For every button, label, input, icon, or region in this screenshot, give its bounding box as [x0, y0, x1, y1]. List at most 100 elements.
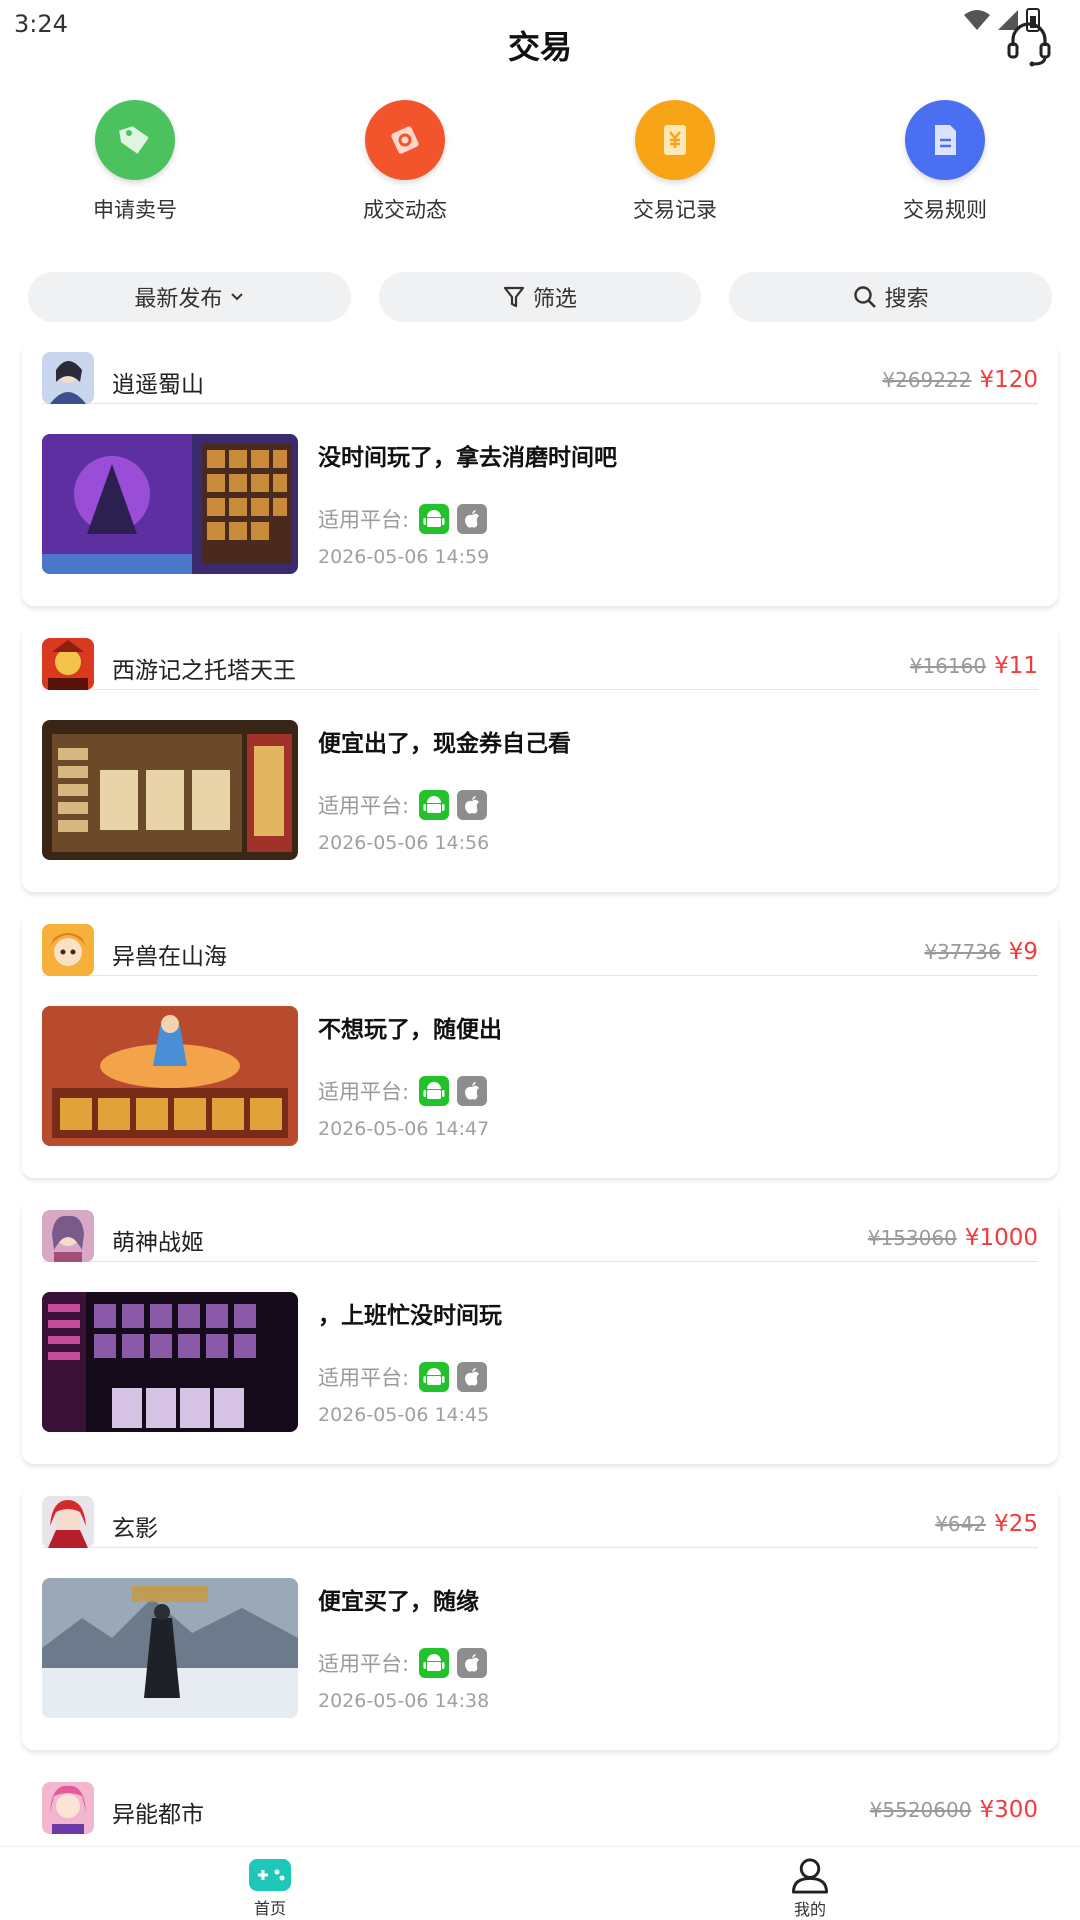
sale-price: ¥25 [994, 1511, 1038, 1537]
post-time: 2026-05-06 14:45 [318, 1404, 490, 1426]
apple-icon [457, 790, 488, 820]
bottom-nav: 首页 我的 [0, 1846, 1080, 1920]
original-price: ¥153060 [867, 1226, 957, 1250]
deal-updates-button[interactable]: 成交动态 [270, 100, 540, 230]
trade-rules-button[interactable]: 交易规则 [810, 100, 1080, 230]
sale-price: ¥9 [1008, 939, 1038, 965]
tag-icon [95, 100, 175, 180]
price-box: ¥642 ¥25 [935, 1511, 1038, 1537]
rules-doc-icon [905, 100, 985, 180]
listing-title: 没时间玩了，拿去消磨时间吧 [318, 445, 617, 471]
quick-actions: 申请卖号 成交动态 交易记录 交易规则 [0, 100, 1080, 230]
nav-mine[interactable]: 我的 [540, 1847, 1080, 1920]
game-name: 西游记之托塔天王 [112, 658, 296, 684]
filter-label: 筛选 [533, 287, 578, 312]
game-avatar [42, 1782, 94, 1834]
card-header: 逍遥蜀山 ¥269222 ¥120 [42, 352, 1038, 404]
post-time: 2026-05-06 14:47 [318, 1118, 490, 1140]
platform-row: 适用平台: [318, 790, 488, 820]
platform-row: 适用平台: [318, 504, 488, 534]
price-box: ¥153060 ¥1000 [868, 1225, 1038, 1251]
listing-card[interactable]: 逍遥蜀山 ¥269222 ¥120 没时间玩了，拿去消磨时间吧 适用平台: 20… [22, 340, 1058, 606]
apple-icon [457, 1648, 488, 1678]
apply-sell-account-button[interactable]: 申请卖号 [0, 100, 270, 230]
post-time: 2026-05-06 14:59 [318, 546, 490, 568]
card-body: 不想玩了，随便出 适用平台: 2026-05-06 14:47 [42, 1006, 1038, 1146]
game-avatar [42, 352, 94, 404]
android-icon [419, 1076, 450, 1106]
price-box: ¥37736 ¥9 [924, 939, 1038, 965]
original-price: ¥269222 [882, 368, 972, 392]
chevron-down-icon [231, 293, 244, 301]
sort-label: 最新发布 [134, 287, 223, 312]
filter-bar: 最新发布 筛选 搜索 [28, 272, 1053, 322]
listing-card[interactable]: 萌神战姬 ¥153060 ¥1000 ，上班忙没时间玩 适用平台: 2026-0… [22, 1198, 1058, 1464]
card-header: 萌神战姬 ¥153060 ¥1000 [42, 1210, 1038, 1262]
listing-card[interactable]: 玄影 ¥642 ¥25 便宜买了，随缘 适用平台: 2026-05-06 14:… [22, 1484, 1058, 1750]
screenshot-thumbnail[interactable] [42, 1578, 298, 1718]
listing-card[interactable]: 异兽在山海 ¥37736 ¥9 不想玩了，随便出 适用平台: 2026-05-0… [22, 912, 1058, 1178]
platform-label: 适用平台: [318, 1080, 410, 1104]
qa-label: 成交动态 [363, 198, 447, 222]
card-header: 西游记之托塔天王 ¥16160 ¥11 [42, 638, 1038, 690]
game-avatar [42, 924, 94, 976]
android-icon [419, 790, 450, 820]
game-name: 逍遥蜀山 [112, 372, 204, 398]
platform-label: 适用平台: [318, 794, 410, 818]
record-icon [635, 100, 715, 180]
listing-card[interactable]: 异能都市 ¥5520600 ¥300 [22, 1770, 1058, 1850]
listing-title: 不想玩了，随便出 [318, 1017, 502, 1043]
game-avatar [42, 1210, 94, 1262]
game-name: 萌神战姬 [112, 1230, 204, 1256]
listing-title: ，上班忙没时间玩 [318, 1303, 502, 1329]
screenshot-thumbnail[interactable] [42, 434, 298, 574]
original-price: ¥5520600 [869, 1798, 972, 1822]
listing-card[interactable]: 西游记之托塔天王 ¥16160 ¥11 便宜出了，现金券自己看 适用平台: 20… [22, 626, 1058, 892]
nav-home-label: 首页 [253, 1899, 286, 1918]
trade-records-button[interactable]: 交易记录 [540, 100, 810, 230]
platform-label: 适用平台: [318, 1652, 410, 1676]
sort-dropdown[interactable]: 最新发布 [28, 272, 351, 322]
gamepad-icon [249, 1859, 291, 1891]
original-price: ¥37736 [924, 940, 1001, 964]
funnel-icon [503, 286, 525, 308]
apple-icon [457, 1362, 488, 1392]
price-box: ¥5520600 ¥300 [870, 1797, 1038, 1823]
header: 交易 [0, 0, 1080, 90]
search-icon [853, 286, 876, 308]
listing-title: 便宜出了，现金券自己看 [318, 731, 571, 757]
original-price: ¥16160 [909, 654, 987, 678]
platform-label: 适用平台: [318, 1366, 410, 1390]
game-avatar [42, 638, 94, 690]
game-name: 异兽在山海 [112, 944, 227, 970]
card-body: 便宜出了，现金券自己看 适用平台: 2026-05-06 14:56 [42, 720, 1038, 860]
screenshot-thumbnail[interactable] [42, 1292, 298, 1432]
nav-home[interactable]: 首页 [0, 1847, 540, 1920]
screenshot-thumbnail[interactable] [42, 720, 298, 860]
sale-price: ¥120 [979, 367, 1038, 393]
deal-icon [365, 100, 445, 180]
platform-label: 适用平台: [318, 508, 410, 532]
game-name: 玄影 [112, 1516, 158, 1542]
nav-mine-label: 我的 [793, 1900, 826, 1919]
game-avatar [42, 1496, 94, 1548]
platform-row: 适用平台: [318, 1076, 488, 1106]
user-icon [791, 1858, 829, 1894]
qa-label: 申请卖号 [93, 198, 177, 222]
filter-button[interactable]: 筛选 [378, 272, 702, 322]
card-body: 便宜买了，随缘 适用平台: 2026-05-06 14:38 [42, 1578, 1038, 1718]
qa-label: 交易记录 [633, 198, 717, 222]
apple-icon [457, 1076, 488, 1106]
card-body: ，上班忙没时间玩 适用平台: 2026-05-06 14:45 [42, 1292, 1038, 1432]
search-button[interactable]: 搜索 [729, 272, 1053, 322]
platform-row: 适用平台: [318, 1648, 488, 1678]
android-icon [419, 504, 450, 534]
screenshot-thumbnail[interactable] [42, 1006, 298, 1146]
page-title: 交易 [507, 28, 572, 66]
platform-row: 适用平台: [318, 1362, 488, 1392]
customer-service-icon[interactable] [1006, 20, 1052, 68]
card-body: 没时间玩了，拿去消磨时间吧 适用平台: 2026-05-06 14:59 [42, 434, 1038, 574]
search-label: 搜索 [884, 287, 929, 312]
card-header: 异兽在山海 ¥37736 ¥9 [42, 924, 1038, 976]
qa-label: 交易规则 [903, 198, 987, 222]
